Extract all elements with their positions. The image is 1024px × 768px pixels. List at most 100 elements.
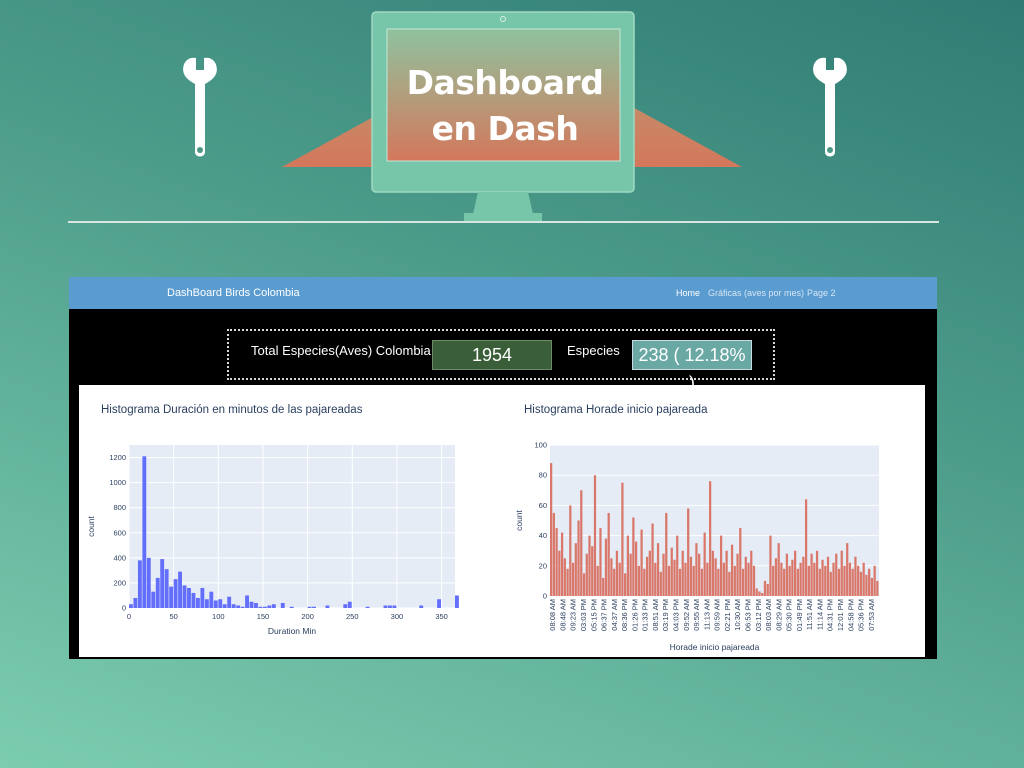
y-tick-label: 0 [543,592,547,601]
y-tick-label: 0 [122,604,126,613]
x-tick-label: 09:55 AM [692,599,701,631]
hora-bar [700,568,704,596]
nav-link-graficas[interactable]: Gráficas (aves por mes) [708,288,804,298]
hora-bar [783,568,786,596]
x-tick-label: 01:33 PM [641,599,650,631]
hora-bar [558,550,561,596]
hora-bar [634,541,638,596]
hora-bar [780,562,783,596]
histogram-bar [204,599,209,608]
hora-bar [873,565,876,596]
y-tick-label: 100 [534,441,547,450]
hero-banner: Dashboard en Dash [0,0,1024,240]
x-axis-label: Duration Min [268,626,316,636]
hora-bar [659,571,662,596]
total-especies-value: 1954 [432,340,552,370]
y-tick-label: 60 [539,501,547,510]
x-tick-label: 05:36 PM [857,599,866,631]
histogram-bar [187,587,191,608]
hora-bar [645,556,649,596]
hora-bar [719,535,723,596]
especies-label: Especies [567,343,620,358]
x-tick-label: 08:29 AM [774,599,783,631]
x-axis-label: Horade inicio pajareada [670,642,760,652]
x-tick-label: 0 [127,612,131,621]
histogram-bar [388,605,392,608]
hora-bar [667,565,671,596]
y-tick-label: 1000 [109,478,126,487]
hora-bar [876,580,879,596]
hora-bar [824,565,827,596]
hora-bar [804,499,808,596]
hora-bar [681,550,684,596]
navbar-brand[interactable]: DashBoard Birds Colombia [167,287,300,299]
x-tick-label: 04:03 PM [672,599,681,631]
hora-bar [560,532,564,596]
histogram-bar [227,596,232,608]
histogram-bar [392,605,397,608]
hora-bar [591,546,594,596]
hora-bar [846,543,849,596]
hora-bar [870,577,874,596]
charts-panel: Histograma Duración en minutos de las pa… [79,385,925,657]
y-tick-label: 80 [539,471,547,480]
hora-bar [692,565,695,596]
x-tick-label: 08:51 AM [651,599,660,631]
hora-bar [744,556,747,596]
histogram-bar [262,606,267,608]
hora-bar [711,550,714,596]
hora-bar [772,565,775,596]
x-tick-label: 06:53 PM [743,599,752,631]
hora-bar [717,568,720,596]
hora-bar [725,550,728,596]
y-axis-label: count [514,509,524,530]
histogram-bar [307,606,312,608]
hora-bar [865,574,868,596]
hora-bar [596,565,599,596]
hora-bar [569,505,572,596]
hora-bar [794,550,797,596]
hora-bar [632,517,635,596]
hora-bar [678,568,682,596]
hora-bar [566,568,569,596]
x-tick-label: 12:01 PM [836,599,845,631]
histogram-bar [209,591,214,608]
hero-title: Dashboard en Dash [387,60,623,152]
hora-bar [848,562,852,596]
hora-bar [826,556,830,596]
hora-bar [577,520,580,596]
nav-link-home[interactable]: Home [676,288,700,298]
wrench-icon [183,57,217,157]
x-tick-label: 04:31 PM [826,599,835,631]
x-tick-label: 04:37 AM [610,599,619,631]
x-tick-label: 09:59 AM [713,599,722,631]
histogram-bar [137,560,142,608]
hora-bar [857,565,860,596]
hora-bar [593,475,597,596]
x-tick-label: 50 [169,612,177,621]
navbar: DashBoard Birds Colombia Home Gráficas (… [69,277,937,309]
hora-bar [818,568,821,596]
hora-bar [750,550,753,596]
x-tick-label: 250 [346,612,359,621]
hora-bar [722,562,725,596]
hora-bar [626,535,630,596]
hora-bar [673,559,676,596]
y-tick-label: 1200 [109,453,126,462]
hero-title-line1: Dashboard [406,63,604,102]
histogram-bar [254,602,258,608]
x-tick-label: 01:49 PM [795,599,804,631]
hora-bar [774,558,778,596]
x-tick-label: 08:36 PM [620,599,629,631]
hora-bar [835,553,838,596]
hora-bar [637,565,640,596]
histogram-bar [267,605,272,608]
charts-svg[interactable]: 0200400600800100012000 50 100 150 200 250 300 3… [79,385,925,657]
x-tick-label: 03:12 PM [754,599,763,631]
y-tick-label: 400 [113,553,126,562]
nav-link-page2[interactable]: Page 2 [807,288,836,298]
hora-bar [859,571,863,596]
x-tick-label: 09:23 AM [569,599,578,631]
hora-bar [582,573,586,596]
hora-bar [662,553,665,596]
